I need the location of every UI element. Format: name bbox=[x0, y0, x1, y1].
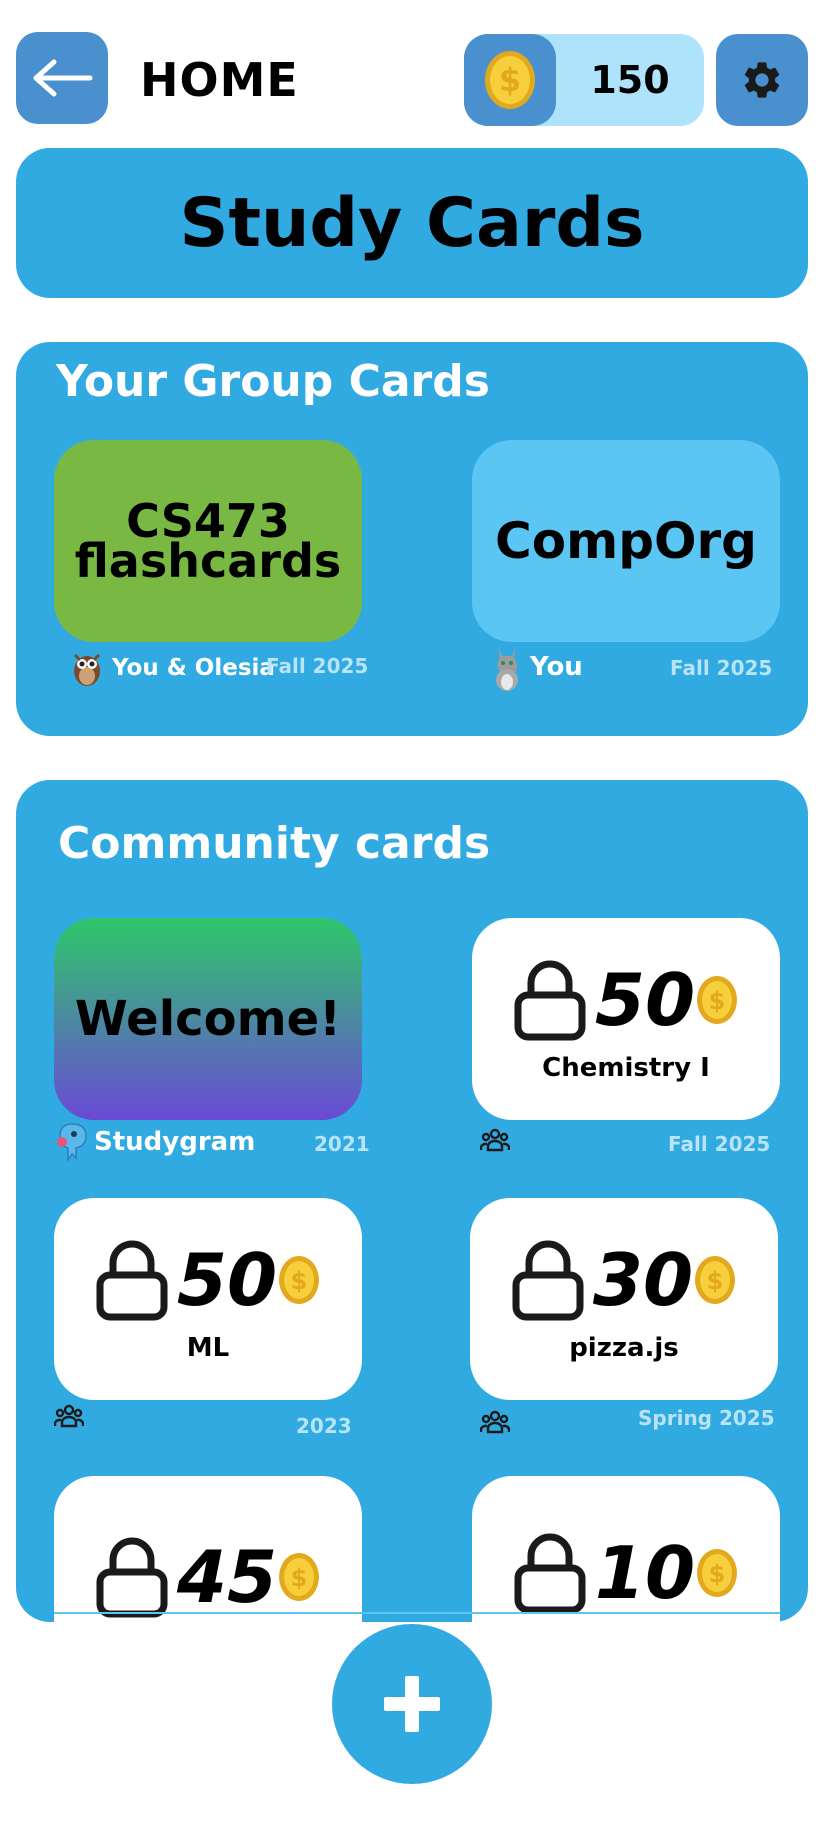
card-title: Welcome! bbox=[74, 991, 342, 1047]
lock-icon bbox=[96, 1240, 168, 1321]
card-term: 2021 bbox=[314, 1132, 370, 1156]
community-card-ml[interactable]: 50 $ ML bbox=[54, 1198, 362, 1400]
price-row: 50 $ bbox=[95, 1235, 321, 1325]
card-title-line2: flashcards bbox=[74, 534, 342, 588]
card-owner-name: You bbox=[530, 652, 583, 682]
coin-icon: $ bbox=[485, 51, 535, 109]
coin-count: 150 bbox=[590, 58, 670, 102]
gear-icon bbox=[744, 62, 780, 98]
card-title: CompOrg bbox=[495, 512, 757, 570]
card-term: Fall 2025 bbox=[668, 1132, 771, 1156]
back-button[interactable] bbox=[16, 32, 108, 124]
price-row: 50 $ bbox=[513, 955, 739, 1045]
group-card-comporg[interactable]: CompOrg bbox=[472, 440, 780, 642]
community-cards-title: Community cards bbox=[58, 818, 491, 869]
card-price: 50 bbox=[176, 1238, 278, 1322]
add-card-button[interactable] bbox=[332, 1624, 492, 1784]
svg-text:$: $ bbox=[499, 61, 521, 99]
card-owner: Studygram bbox=[54, 1122, 255, 1162]
card-price: 10 bbox=[594, 1531, 696, 1615]
coin-icon-box: $ bbox=[464, 34, 556, 126]
coin-icon: $ bbox=[697, 976, 738, 1024]
cat-avatar-icon bbox=[492, 642, 522, 692]
card-term: Spring 2025 bbox=[638, 1406, 775, 1430]
group-cards-panel: Your Group Cards CS473 flashcards You & … bbox=[16, 342, 808, 736]
price-row: 10 $ bbox=[513, 1528, 739, 1618]
plus-icon bbox=[384, 1676, 440, 1732]
mascot-avatar-icon bbox=[54, 1122, 90, 1162]
card-price: 45 bbox=[176, 1535, 278, 1619]
group-cards-title: Your Group Cards bbox=[56, 356, 490, 407]
card-owner-name: Studygram bbox=[94, 1127, 256, 1157]
card-term: Fall 2025 bbox=[266, 654, 369, 678]
community-card-locked-10[interactable]: 10 $ bbox=[472, 1476, 780, 1622]
coin-icon: $ bbox=[697, 1549, 738, 1597]
community-cards-panel: Community cards Welcome! Studygram 2021 … bbox=[16, 780, 808, 1622]
lock-icon bbox=[514, 960, 586, 1041]
price-row: 45 $ bbox=[95, 1532, 321, 1622]
card-term: 2023 bbox=[296, 1414, 352, 1438]
card-term: Fall 2025 bbox=[670, 656, 773, 680]
owl-avatar-icon bbox=[70, 648, 104, 688]
svg-text:$: $ bbox=[707, 1267, 724, 1295]
people-icon bbox=[480, 1410, 510, 1434]
community-card-chemistry[interactable]: 50 $ Chemistry I bbox=[472, 918, 780, 1120]
lock-icon bbox=[512, 1240, 584, 1321]
svg-text:$: $ bbox=[709, 1560, 726, 1588]
card-title: Chemistry I bbox=[542, 1053, 710, 1083]
lock-icon bbox=[514, 1533, 586, 1614]
coin-icon: $ bbox=[695, 1256, 736, 1304]
card-owner: You & Olesia bbox=[70, 648, 275, 688]
card-title: pizza.js bbox=[569, 1333, 679, 1363]
lock-icon bbox=[96, 1537, 168, 1618]
card-title: ML bbox=[186, 1333, 230, 1363]
study-cards-banner: Study Cards bbox=[16, 148, 808, 298]
card-owner: You bbox=[492, 642, 583, 692]
card-owner-name: You & Olesia bbox=[112, 655, 275, 681]
svg-text:$: $ bbox=[709, 987, 726, 1015]
community-card-locked-45[interactable]: 45 $ bbox=[54, 1476, 362, 1622]
people-icon bbox=[54, 1404, 84, 1428]
community-card-welcome[interactable]: Welcome! bbox=[54, 918, 362, 1120]
community-card-pizza[interactable]: 30 $ pizza.js bbox=[470, 1198, 778, 1400]
group-card-cs473[interactable]: CS473 flashcards bbox=[54, 440, 362, 642]
svg-text:$: $ bbox=[291, 1564, 308, 1592]
price-row: 30 $ bbox=[511, 1235, 737, 1325]
svg-text:$: $ bbox=[291, 1267, 308, 1295]
people-icon bbox=[480, 1128, 510, 1152]
coin-balance: $ 150 bbox=[464, 34, 704, 126]
back-arrow-icon bbox=[33, 59, 93, 97]
scroll-divider bbox=[54, 1612, 780, 1614]
card-price: 30 bbox=[592, 1238, 694, 1322]
coin-icon: $ bbox=[279, 1553, 320, 1601]
settings-button[interactable] bbox=[716, 34, 808, 126]
coin-icon: $ bbox=[279, 1256, 320, 1304]
card-price: 50 bbox=[594, 958, 696, 1042]
page-title: HOME bbox=[140, 53, 299, 107]
